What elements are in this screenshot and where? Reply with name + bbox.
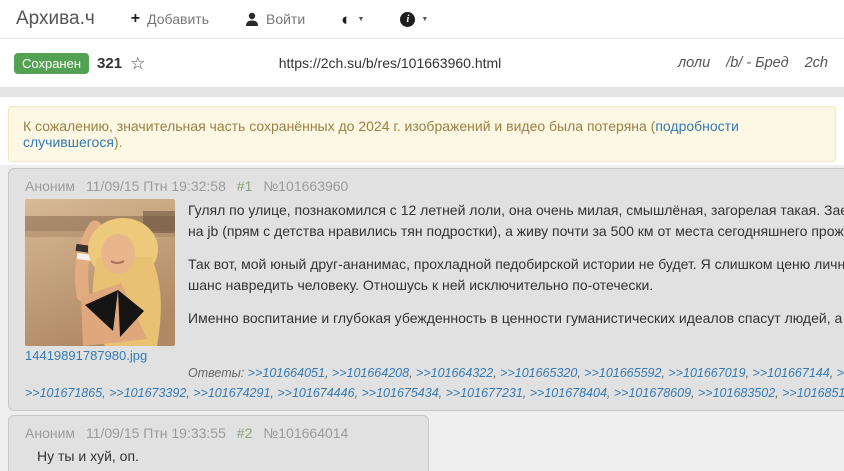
reply-links: >>101664051, >>101664208, >>101664322, >… [248, 366, 844, 380]
post-number[interactable]: №101663960 [263, 178, 348, 194]
post-datetime: 11/09/15 Птн 19:33:55 [85, 425, 226, 441]
add-thread-button[interactable]: + Добавить [130, 10, 209, 28]
save-status-group: Сохранен 321 ☆ [14, 52, 145, 74]
post-text-line: на jb (прям с детства нравились тян подр… [188, 223, 844, 239]
reply-link[interactable]: >>101678609 [614, 386, 691, 400]
chevron-down-icon: ▼ [421, 15, 429, 23]
reply-link[interactable]: >>101667144 [753, 366, 830, 380]
top-navbar: Архива.ч + Добавить Войти ◐ ▼ i ▼ [0, 0, 844, 39]
post-text-line: Именно воспитание и глубокая убежденност… [188, 310, 844, 326]
site-logo[interactable]: Архива.ч [16, 8, 95, 30]
post-ordinal-link[interactable]: #2 [237, 425, 253, 441]
post-image-thumbnail[interactable] [25, 199, 175, 346]
post-op: Аноним 11/09/15 Птн 19:32:58 #1 №1016639… [8, 168, 844, 411]
post-header: Аноним 11/09/15 Птн 19:32:58 #1 №1016639… [25, 176, 844, 196]
add-thread-label: Добавить [147, 11, 209, 27]
reply-link[interactable]: >>101683502 [698, 386, 775, 400]
divider [0, 87, 844, 97]
chevron-down-icon: ▼ [357, 15, 365, 23]
board-tag-link[interactable]: /b/ - Бред [726, 55, 788, 71]
post-number[interactable]: №101664014 [263, 425, 348, 441]
post-text-line: Так вот, мой юный друг-ананимас, прохлад… [188, 256, 844, 272]
reply-link[interactable]: >>101675434 [362, 386, 439, 400]
board-tag-link[interactable]: 2ch [805, 55, 828, 71]
replies-row: >>101671865, >>101673392, >>101674291, >… [25, 383, 844, 403]
reply-links: >>101671865, >>101673392, >>101674291, >… [25, 386, 844, 400]
thread-toolbar: Сохранен 321 ☆ https://2ch.su/b/res/1016… [0, 39, 844, 87]
post-author: Аноним [25, 178, 76, 194]
reply-link[interactable]: >>101678404 [530, 386, 607, 400]
reply-link[interactable]: >>1016676 [837, 366, 844, 380]
user-icon [245, 12, 259, 27]
reply-link[interactable]: >>101671865 [25, 386, 102, 400]
post-body: 14419891787980.jpg Гулял по улице, позна… [25, 199, 844, 363]
post-author: Аноним [25, 425, 76, 441]
reply-link[interactable]: >>101664322 [416, 366, 493, 380]
board-tags: лоли/b/ - Бред 2ch [678, 55, 828, 71]
post-text-line: Гулял по улице, познакомился с 12 летней… [188, 202, 844, 218]
replies-block: Ответы: >>101664051, >>101664208, >>1016… [25, 363, 844, 403]
replies-label: Ответы: [188, 366, 245, 380]
login-button[interactable]: Войти [245, 11, 305, 27]
post-text-line [188, 242, 844, 254]
post-text: Гулял по улице, познакомился с 12 летней… [188, 199, 844, 363]
replies-row: Ответы: >>101664051, >>101664208, >>1016… [188, 363, 844, 383]
login-label: Войти [265, 11, 306, 27]
post-text-line [188, 296, 844, 308]
reply-link[interactable]: >>101664208 [332, 366, 409, 380]
info-icon: i [400, 11, 416, 27]
board-tag-link[interactable]: лоли [678, 55, 710, 71]
attachment-filename-link[interactable]: 14419891787980.jpg [25, 348, 175, 363]
reply-link[interactable]: >>101665320 [500, 366, 577, 380]
save-count: 321 [97, 54, 123, 72]
post-text-line: шанс навредить человеку. Отношусь к ней … [188, 277, 654, 293]
reply-link[interactable]: >>101674291 [193, 386, 270, 400]
post-ordinal-link[interactable]: #1 [237, 178, 253, 194]
page: Архива.ч + Добавить Войти ◐ ▼ i ▼ Сохран… [0, 0, 844, 471]
post-text: Ну ты и хуй, оп. [37, 448, 139, 464]
reply-link[interactable]: >>101664051 [248, 366, 325, 380]
plus-icon: + [130, 10, 141, 27]
data-loss-warning: К сожалению, значительная часть сохранён… [8, 106, 836, 162]
post-reply: Аноним 11/09/15 Птн 19:33:55 #2 №1016640… [8, 415, 429, 471]
reply-link[interactable]: >>101673392 [109, 386, 186, 400]
theme-dropdown-button[interactable]: ◐ ▼ [341, 11, 364, 28]
reply-link[interactable]: >>101674446 [277, 386, 354, 400]
thread-container: Аноним 11/09/15 Птн 19:32:58 #1 №1016639… [0, 165, 844, 471]
reply-link[interactable]: >>101685193 [782, 386, 844, 400]
reply-link[interactable]: >>101665592 [584, 366, 661, 380]
star-icon[interactable]: ☆ [130, 55, 145, 72]
post-datetime: 11/09/15 Птн 19:32:58 [85, 178, 226, 194]
warning-text: К сожалению, значительная часть сохранён… [23, 118, 656, 134]
reply-link[interactable]: >>101667019 [668, 366, 745, 380]
status-badge: Сохранен [14, 52, 90, 74]
attachment-block: 14419891787980.jpg [25, 199, 175, 363]
reply-link[interactable]: >>101677231 [446, 386, 523, 400]
source-url-link[interactable]: https://2ch.su/b/res/101663960.html [279, 55, 502, 71]
warning-text-end: ). [113, 134, 123, 150]
contrast-icon: ◐ [341, 9, 352, 29]
post-header: Аноним 11/09/15 Птн 19:33:55 #2 №1016640… [25, 423, 412, 443]
info-dropdown-button[interactable]: i ▼ [400, 11, 429, 27]
